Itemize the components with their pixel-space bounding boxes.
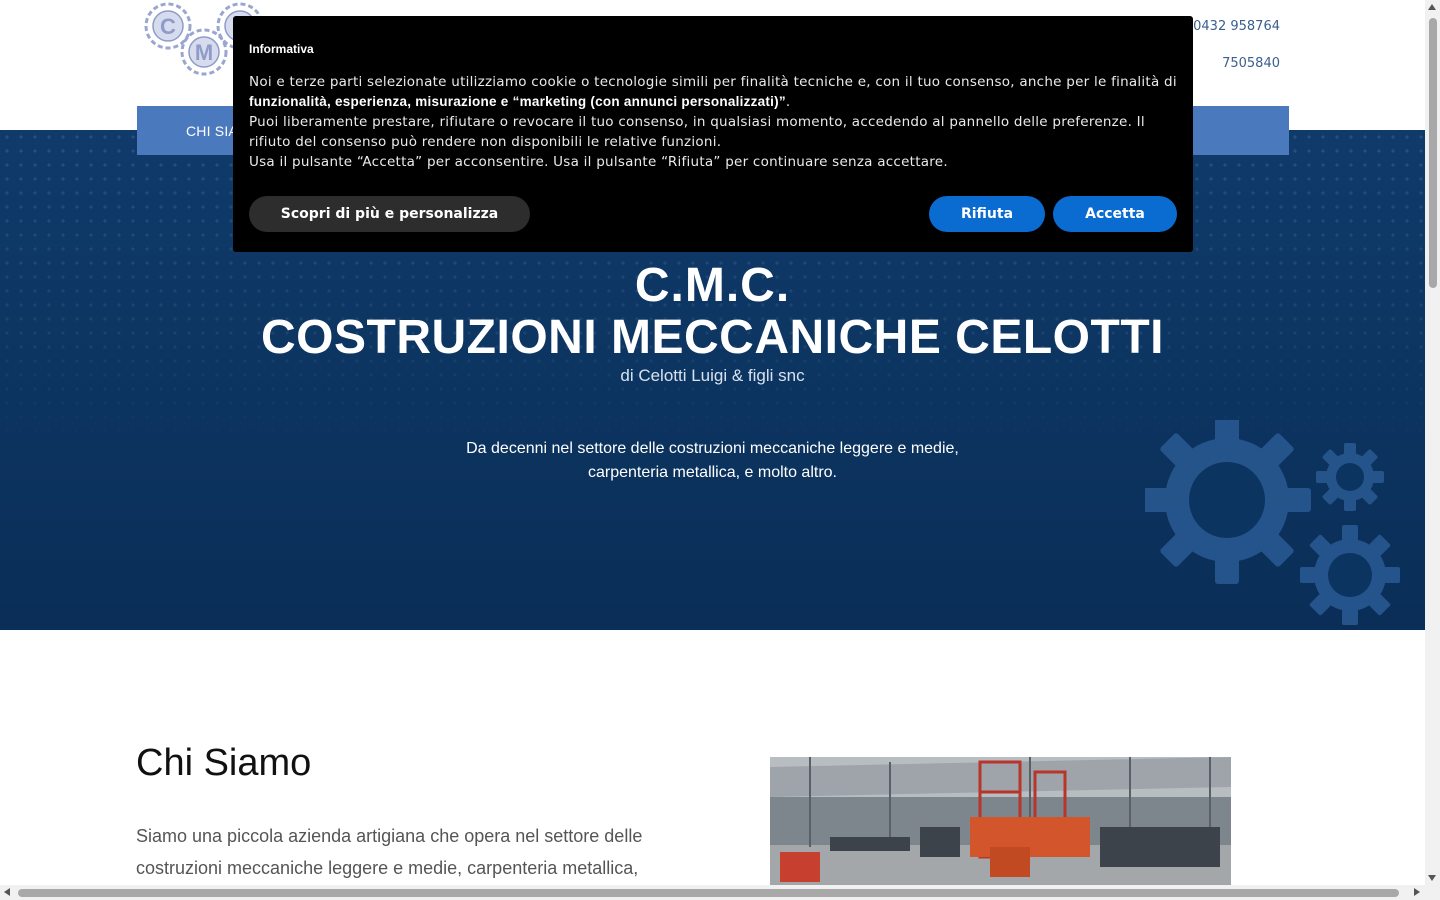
svg-text:M: M	[195, 40, 213, 65]
page: C M C telefono fisso:0432 958764 7505840	[0, 0, 1440, 900]
cookie-paragraph-1: Noi e terze parti selezionate utilizziam…	[249, 72, 1177, 112]
cookie-paragraph-1-bold: funzionalità, esperienza, misurazione e …	[249, 94, 786, 109]
scroll-down-icon[interactable]	[1428, 875, 1436, 881]
accept-button[interactable]: Accetta	[1053, 196, 1177, 232]
horizontal-scrollbar-thumb[interactable]	[18, 889, 1399, 897]
svg-text:C: C	[160, 14, 176, 39]
vertical-scrollbar-thumb[interactable]	[1429, 18, 1437, 288]
cookie-paragraph-1-text: Noi e terze parti selezionate utilizziam…	[249, 74, 1177, 90]
hero-subtitle: di Celotti Luigi & figli snc	[620, 366, 805, 385]
cookie-paragraph-1-end: .	[785, 94, 791, 110]
cookie-banner-body: Noi e terze parti selezionate utilizziam…	[249, 72, 1177, 172]
hero-description-line2: carpenteria metallica, e molto altro.	[588, 464, 837, 481]
scroll-right-icon[interactable]	[1414, 888, 1420, 896]
cookie-banner: Informativa Noi e terze parti selezionat…	[233, 16, 1193, 252]
hero-description: Da decenni nel settore delle costruzioni…	[0, 437, 1425, 485]
hero-description-line1: Da decenni nel settore delle costruzioni…	[466, 440, 959, 457]
vertical-scrollbar[interactable]	[1425, 0, 1440, 885]
nav-item-chi-siamo[interactable]: CHI SIA	[186, 123, 238, 139]
cookie-paragraph-2: Puoi liberamente prestare, rifiutare o r…	[249, 114, 1145, 150]
hero-title-company: COSTRUZIONI MECCANICHE CELOTTI	[261, 311, 1164, 364]
about-text: Siamo una piccola azienda artigiana che …	[136, 826, 643, 878]
cookie-paragraph-3: Usa il pulsante “Accetta” per acconsenti…	[249, 154, 948, 170]
workshop-photo	[770, 757, 1231, 885]
phone-mobile[interactable]: 7505840	[1222, 45, 1280, 82]
hero-title-acronym: C.M.C.	[634, 259, 791, 312]
horizontal-scrollbar[interactable]	[0, 885, 1440, 900]
reject-button[interactable]: Rifiuta	[929, 196, 1045, 232]
cookie-banner-title: Informativa	[249, 42, 314, 56]
learn-more-customize-button[interactable]: Scopri di più e personalizza	[249, 196, 530, 232]
scroll-left-icon[interactable]	[4, 888, 10, 896]
about-title: Chi Siamo	[136, 742, 312, 784]
scroll-up-icon[interactable]	[1428, 4, 1436, 10]
